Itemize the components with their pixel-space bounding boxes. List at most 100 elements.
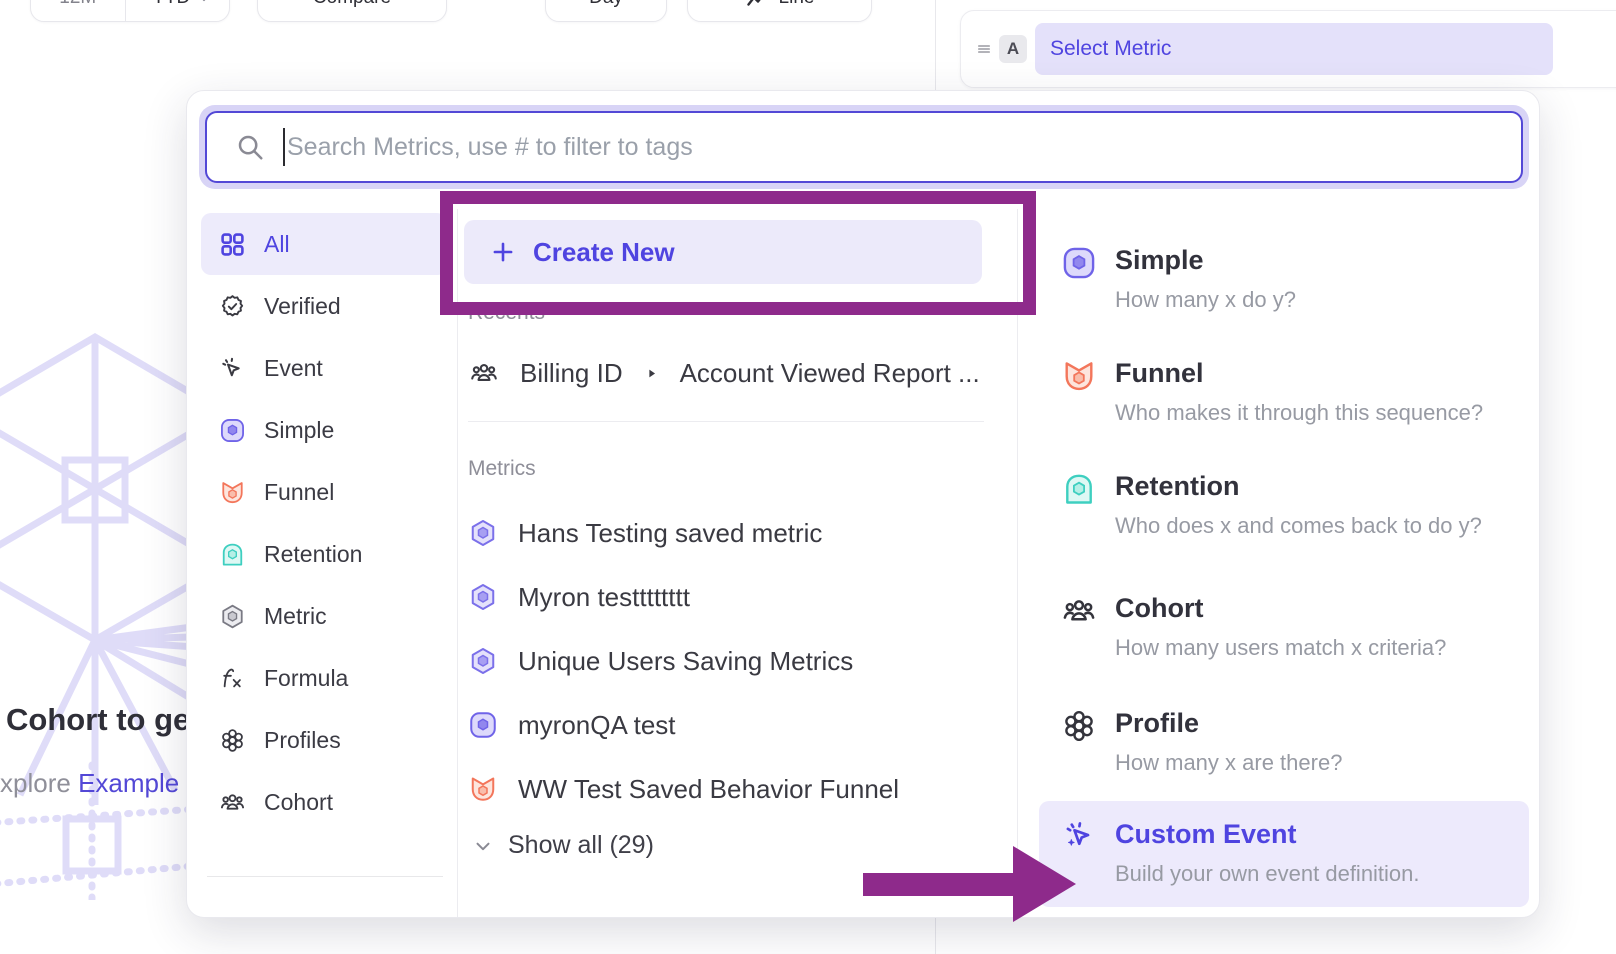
hexagon-metric-icon (468, 645, 498, 677)
sidebar-item-label: T (264, 917, 278, 919)
metric-type-funnel[interactable]: Funnel Who makes it through this sequence… (1039, 340, 1529, 440)
sidebar-item-simple[interactable]: Simple (201, 399, 447, 461)
select-metric-pill[interactable]: Select Metric (1035, 23, 1553, 75)
sidebar-column-divider (457, 209, 458, 917)
metric-type-title: Custom Event (1115, 819, 1297, 850)
show-all-button[interactable]: Show all (29) (472, 831, 654, 860)
saved-metric-item-ww-test-saved-behavior-funnel[interactable]: WW Test Saved Behavior Funnel (468, 764, 899, 814)
saved-metric-item-hans-testing-saved-metric[interactable]: Hans Testing saved metric (468, 508, 822, 558)
compare-button[interactable]: Compare (257, 0, 447, 22)
create-new-button[interactable]: Create New (464, 220, 982, 284)
metric-type-title: Profile (1115, 708, 1199, 739)
funnel-icon (468, 773, 498, 805)
metric-picker-modal: AllVerifiedEventSimpleFunnelRetentionMet… (186, 90, 1540, 918)
chart-type-button[interactable]: Line (687, 0, 872, 22)
range-12m-button[interactable]: 12M (31, 0, 126, 21)
verified-icon (219, 293, 246, 320)
create-new-label: Create New (533, 237, 675, 268)
metric-type-simple[interactable]: Simple How many x do y? (1039, 227, 1529, 327)
chevron-down-icon (196, 0, 212, 6)
hexagon-metric-icon (468, 517, 498, 549)
hexagon-metric-icon (468, 581, 498, 613)
example-link[interactable]: Example I (78, 768, 194, 798)
show-all-label: Show all (29) (508, 831, 654, 860)
sidebar-item-cohort[interactable]: Cohort (201, 771, 447, 833)
profiles-icon (1061, 708, 1097, 744)
query-builder-card: A Select Metric (960, 10, 1616, 88)
grid-icon (219, 231, 246, 258)
sidebar-item-label: Cohort (264, 789, 333, 816)
metric-type-cohort[interactable]: Cohort How many users match x criteria? (1039, 575, 1529, 675)
metric-type-description: Who does x and comes back to do y? (1115, 513, 1482, 539)
funnel-icon (219, 479, 246, 506)
metric-type-description: How many users match x criteria? (1115, 635, 1446, 661)
metric-type-title: Retention (1115, 471, 1240, 502)
saved-metric-label: myronQA test (518, 710, 676, 741)
search-box (205, 111, 1523, 183)
granularity-button[interactable]: Day (545, 0, 667, 22)
metrics-header: Metrics (468, 457, 536, 481)
metric-type-description: How many x do y? (1115, 287, 1296, 313)
retention-icon (219, 541, 246, 568)
range-ytd-button[interactable]: YTD (136, 0, 230, 21)
funnel-icon (1061, 358, 1097, 394)
saved-metric-item-unique-users-saving-metrics[interactable]: Unique Users Saving Metrics (468, 636, 853, 686)
simple-icon (219, 417, 246, 444)
sidebar-divider (207, 876, 443, 877)
event-icon (219, 355, 246, 382)
sidebar-item-overflow[interactable]: T (201, 899, 447, 918)
sidebar-item-label: Formula (264, 665, 348, 692)
saved-metric-label: Hans Testing saved metric (518, 518, 822, 549)
sidebar-item-metric[interactable]: Metric (201, 585, 447, 647)
sidebar-item-label: Event (264, 355, 323, 382)
profiles-icon (219, 727, 246, 754)
recent-item-name: Billing ID (520, 358, 623, 389)
metric-type-retention[interactable]: Retention Who does x and comes back to do… (1039, 453, 1529, 553)
metric-type-description: How many x are there? (1115, 750, 1342, 776)
sidebar-item-label: All (264, 231, 290, 258)
sidebar-item-retention[interactable]: Retention (201, 523, 447, 585)
search-focus-ring (199, 105, 1529, 189)
saved-metric-item-myronqa-test[interactable]: myronQA test (468, 700, 676, 750)
sidebar-item-label: Simple (264, 417, 334, 444)
range-ytd-label: YTD (152, 0, 190, 9)
sidebar-item-verified[interactable]: Verified (201, 275, 447, 337)
saved-metric-label: Unique Users Saving Metrics (518, 646, 853, 677)
date-range-segmented-control[interactable]: 12M YTD (30, 0, 230, 22)
sidebar-item-funnel[interactable]: Funnel (201, 461, 447, 523)
sidebar-item-formula[interactable]: Formula (201, 647, 447, 709)
metric-type-custom-event[interactable]: Custom EventBuild your own event definit… (1039, 801, 1529, 907)
simple-icon (1061, 245, 1097, 281)
custom-event-icon (1061, 819, 1097, 855)
metric-type-profile[interactable]: Profile How many x are there? (1039, 690, 1529, 790)
range-12m-label: 12M (59, 0, 96, 9)
plus-icon (490, 239, 516, 265)
recents-header: Recents (468, 301, 545, 325)
background-explore-text: xplore Example I (0, 768, 194, 799)
sidebar-item-event[interactable]: Event (201, 337, 447, 399)
sidebar-item-label: Funnel (264, 479, 334, 506)
cohort-icon (468, 358, 500, 388)
sidebar-item-label: Verified (264, 293, 341, 320)
recent-item-detail: Account Viewed Report ... (680, 358, 980, 389)
saved-metric-item-myron-testttttttt[interactable]: Myron testttttttt (468, 572, 690, 622)
metric-type-title: Funnel (1115, 358, 1204, 389)
sidebar-item-profiles[interactable]: Profiles (201, 709, 447, 771)
saved-metric-label: Myron testttttttt (518, 582, 690, 613)
formula-icon (219, 665, 246, 692)
select-metric-label: Select Metric (1050, 37, 1171, 61)
metric-type-title: Simple (1115, 245, 1204, 276)
metric-type-description: Who makes it through this sequence? (1115, 400, 1483, 426)
sidebar-item-label: Profiles (264, 727, 341, 754)
drag-handle-icon[interactable] (975, 40, 993, 58)
recent-item-billing-id[interactable]: Billing ID Account Viewed Report ... (468, 348, 980, 398)
explore-prefix: xplore (0, 768, 71, 798)
retention-icon (1061, 471, 1097, 507)
metric-search-input[interactable] (207, 113, 1521, 181)
recents-divider (468, 421, 984, 422)
metric-type-title: Cohort (1115, 593, 1203, 624)
tag-icon (219, 917, 246, 919)
saved-metric-label: WW Test Saved Behavior Funnel (518, 774, 899, 805)
sidebar-item-all[interactable]: All (201, 213, 447, 275)
compare-label: Compare (313, 0, 391, 9)
